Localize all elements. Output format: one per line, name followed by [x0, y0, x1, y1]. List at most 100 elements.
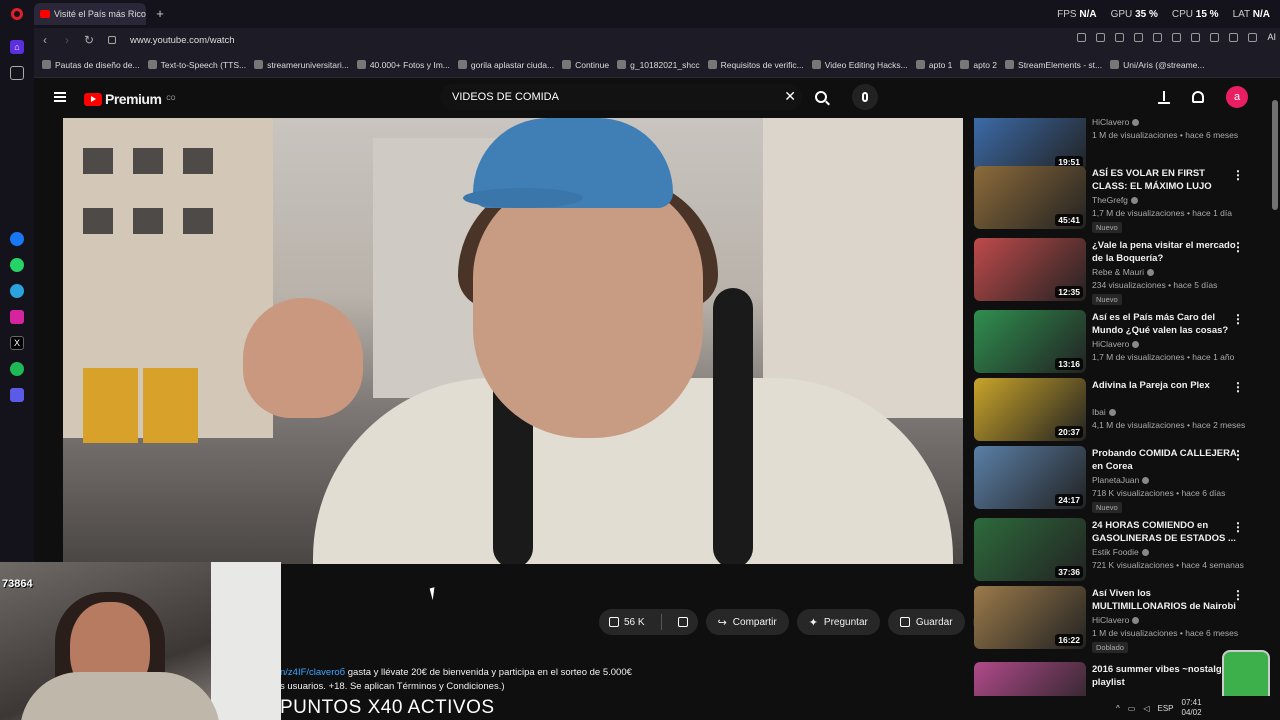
- like-button[interactable]: 56 K: [599, 609, 655, 635]
- tray-chevron-icon[interactable]: ^: [1116, 704, 1120, 713]
- more-options-icon[interactable]: ⋮: [1232, 520, 1244, 534]
- video-thumbnail[interactable]: 16:22: [974, 586, 1086, 649]
- recommendation-item[interactable]: 20:37 Adivina la Pareja con Plex Ibai 4,1 M…: [974, 378, 1264, 442]
- bookmark-item[interactable]: Continue: [562, 60, 609, 70]
- video-thumbnail[interactable]: 13:16: [974, 310, 1086, 373]
- cube-icon[interactable]: [1248, 32, 1258, 42]
- youtube-logo[interactable]: Premium CO: [84, 91, 175, 107]
- more-options-icon[interactable]: ⋮: [1232, 312, 1244, 326]
- recommendation-item[interactable]: 12:35 ¿Vale la pena visitar el mercado de…: [974, 238, 1264, 305]
- video-thumbnail[interactable]: 12:35: [974, 238, 1086, 301]
- channel-name[interactable]: HiClavero: [1092, 339, 1140, 349]
- bookmark-item[interactable]: 40.000+ Fotos y Im...: [356, 60, 450, 70]
- video-thumbnail[interactable]: 45:41: [974, 166, 1086, 229]
- channel-name[interactable]: PlanetaJuan: [1092, 475, 1150, 485]
- scrollbar[interactable]: [1272, 100, 1278, 210]
- edit-icon[interactable]: [1077, 32, 1087, 42]
- channel-name[interactable]: Estik Foodie: [1092, 547, 1149, 557]
- spotify-icon[interactable]: [10, 362, 24, 376]
- x-icon[interactable]: X: [10, 336, 24, 350]
- clear-search-icon[interactable]: ✕: [784, 88, 796, 105]
- search-button[interactable]: [806, 84, 836, 110]
- browser-tab-active[interactable]: Visité el País más Rico del: [34, 3, 146, 25]
- video-title[interactable]: ASÍ ES VOLAR EN FIRST CLASS: EL MÁXIMO L…: [1092, 167, 1240, 193]
- video-thumbnail[interactable]: 24:17: [974, 446, 1086, 509]
- heart-icon[interactable]: [1153, 32, 1163, 42]
- description-link[interactable]: n/z4IF/claveroб: [280, 667, 345, 678]
- video-title[interactable]: Adivina la Pareja con Plex: [1092, 379, 1240, 392]
- bookmark-item[interactable]: gorila aplastar ciuda...: [457, 60, 554, 70]
- camera-icon[interactable]: [1096, 32, 1106, 42]
- bookmark-item[interactable]: g_10182021_shcc: [617, 60, 700, 70]
- voice-search-button[interactable]: [852, 84, 878, 110]
- opera-logo-icon[interactable]: [0, 0, 34, 28]
- language-indicator[interactable]: ESP: [1157, 704, 1173, 713]
- channel-name[interactable]: TheGrefg: [1092, 195, 1138, 205]
- download-icon[interactable]: [1172, 32, 1182, 42]
- forward-icon[interactable]: ›: [56, 33, 78, 47]
- ai-button[interactable]: AI: [1267, 32, 1276, 42]
- avatar[interactable]: a: [1226, 86, 1248, 108]
- menu-icon[interactable]: [54, 92, 66, 102]
- video-thumbnail[interactable]: 19:51: [974, 118, 1086, 171]
- recommendation-item[interactable]: 19:51en DubaiHiClavero1 M de visualizaci…: [974, 118, 1264, 172]
- new-tab-button[interactable]: +: [152, 6, 168, 22]
- url-field[interactable]: www.youtube.com/watch: [130, 35, 235, 46]
- video-thumbnail[interactable]: [974, 662, 1086, 696]
- save-button[interactable]: Guardar: [887, 609, 965, 635]
- more-options-icon[interactable]: ⋮: [1232, 168, 1244, 182]
- clock-time[interactable]: 07:41: [1182, 698, 1202, 708]
- play-icon[interactable]: [1134, 32, 1144, 42]
- shield-icon[interactable]: [1115, 32, 1125, 42]
- search-input[interactable]: VIDEOS DE COMIDA ✕: [440, 84, 802, 110]
- back-icon[interactable]: ‹: [34, 33, 56, 47]
- recommendation-item[interactable]: 16:22 Así Viven los MULTIMILLONARIOS de N…: [974, 586, 1264, 653]
- bookmark-item[interactable]: Uni/Aris (@streame...: [1110, 60, 1205, 70]
- channel-name[interactable]: HiClavero: [1092, 615, 1140, 625]
- home-icon[interactable]: ⌂: [10, 40, 24, 54]
- whatsapp-icon[interactable]: [10, 258, 24, 272]
- video-title[interactable]: Así Viven los MULTIMILLONARIOS de Nairob…: [1092, 587, 1240, 613]
- recommendation-item[interactable]: 13:16 Así es el País más Caro del Mundo ¿…: [974, 310, 1264, 374]
- bookmark-item[interactable]: apto 1: [915, 60, 952, 70]
- instagram-icon[interactable]: [10, 310, 24, 324]
- channel-name[interactable]: HiClavero: [1092, 118, 1140, 127]
- video-thumbnail[interactable]: 20:37: [974, 378, 1086, 441]
- video-title[interactable]: 2016 summer vibes ~nostalgia playlist: [1092, 663, 1240, 689]
- video-title[interactable]: ¿Vale la pena visitar el mercado de la B…: [1092, 239, 1240, 265]
- volume-icon[interactable]: ◁: [1143, 704, 1149, 713]
- more-options-icon[interactable]: ⋮: [1232, 588, 1244, 602]
- vpn-icon[interactable]: [1229, 32, 1239, 42]
- messenger-icon[interactable]: [10, 232, 24, 246]
- bookmark-item[interactable]: Text-to-Speech (TTS...: [147, 60, 246, 70]
- channel-name[interactable]: Ibai: [1092, 407, 1116, 417]
- channel-name[interactable]: Rebe & Mauri: [1092, 267, 1154, 277]
- list-icon[interactable]: [1191, 32, 1201, 42]
- more-options-icon[interactable]: ⋮: [1232, 380, 1244, 394]
- video-title[interactable]: 24 HORAS COMIENDO en GASOLINERAS DE ESTA…: [1092, 519, 1240, 545]
- dislike-button[interactable]: [668, 609, 698, 635]
- more-options-icon[interactable]: ⋮: [1232, 448, 1244, 462]
- bookmark-item[interactable]: Requisitos de verific...: [707, 60, 804, 70]
- star-icon[interactable]: [10, 66, 24, 80]
- video-title[interactable]: Así es el País más Caro del Mundo ¿Qué v…: [1092, 311, 1240, 337]
- bookmark-item[interactable]: Video Editing Hacks...: [811, 60, 908, 70]
- bookmark-item[interactable]: streameruniversitari...: [254, 60, 349, 70]
- bookmark-item[interactable]: apto 2: [960, 60, 997, 70]
- bookmark-item[interactable]: Pautas de diseño de...: [42, 60, 140, 70]
- network-icon[interactable]: ▭: [1128, 704, 1136, 713]
- telegram-icon[interactable]: [10, 284, 24, 298]
- ask-button[interactable]: ✦ Preguntar: [796, 609, 880, 635]
- wallet-icon[interactable]: [1210, 32, 1220, 42]
- clock-date[interactable]: 04/02: [1182, 708, 1202, 718]
- upload-icon[interactable]: [1158, 90, 1170, 104]
- more-options-icon[interactable]: ⋮: [1232, 240, 1244, 254]
- bell-icon[interactable]: [1192, 91, 1204, 103]
- video-player[interactable]: [63, 118, 963, 564]
- video-title[interactable]: Probando COMIDA CALLEJERA en Corea: [1092, 447, 1240, 473]
- video-thumbnail[interactable]: 37:36: [974, 518, 1086, 581]
- recommendation-item[interactable]: 2016 summer vibes ~nostalgia playlist⋮: [974, 662, 1264, 696]
- recommendation-item[interactable]: 37:36 24 HORAS COMIENDO en GASOLINERAS DE…: [974, 518, 1264, 582]
- share-button[interactable]: ↪ Compartir: [705, 609, 789, 635]
- recommendation-item[interactable]: 45:41 ASÍ ES VOLAR EN FIRST CLASS: EL MÁX…: [974, 166, 1264, 233]
